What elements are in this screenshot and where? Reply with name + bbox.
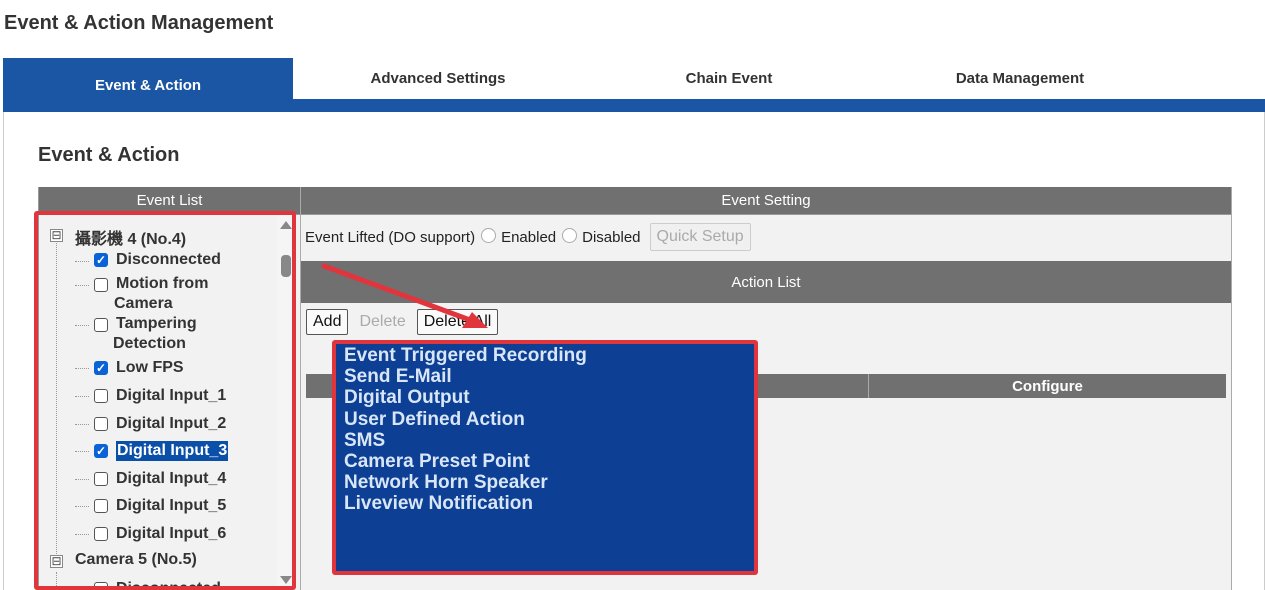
disabled-label: Disabled	[582, 228, 641, 246]
tab-chain-event[interactable]: Chain Event	[584, 58, 874, 99]
action-buttons: Add Delete Delete All	[306, 309, 499, 335]
tab-data-management[interactable]: Data Management	[875, 58, 1165, 99]
enabled-radio[interactable]	[481, 227, 497, 243]
tab-bar: Event & Action Advanced Settings Chain E…	[3, 58, 1265, 112]
quick-setup-button[interactable]: Quick Setup	[649, 223, 751, 251]
tab-advanced-settings[interactable]: Advanced Settings	[293, 58, 583, 99]
event-lifted-row: Event Lifted (DO support) Enabled Disabl…	[305, 223, 751, 251]
add-button[interactable]: Add	[306, 309, 349, 335]
delete-all-button[interactable]: Delete All	[416, 309, 499, 335]
disabled-radio[interactable]	[562, 227, 578, 243]
highlight-box-dropdown	[332, 340, 758, 575]
section-title: Event & Action	[38, 144, 180, 166]
page-title: Event & Action Management	[4, 12, 274, 34]
event-setting-header: Event Setting	[301, 187, 1231, 215]
event-lifted-label: Event Lifted (DO support)	[305, 228, 476, 246]
enabled-label: Enabled	[501, 228, 557, 246]
highlight-box-event-list	[34, 211, 296, 590]
tab-event-action[interactable]: Event & Action	[3, 58, 293, 112]
delete-button[interactable]: Delete	[352, 309, 413, 335]
column-configure: Configure	[868, 374, 1226, 398]
action-list-header: Action List	[301, 261, 1231, 303]
